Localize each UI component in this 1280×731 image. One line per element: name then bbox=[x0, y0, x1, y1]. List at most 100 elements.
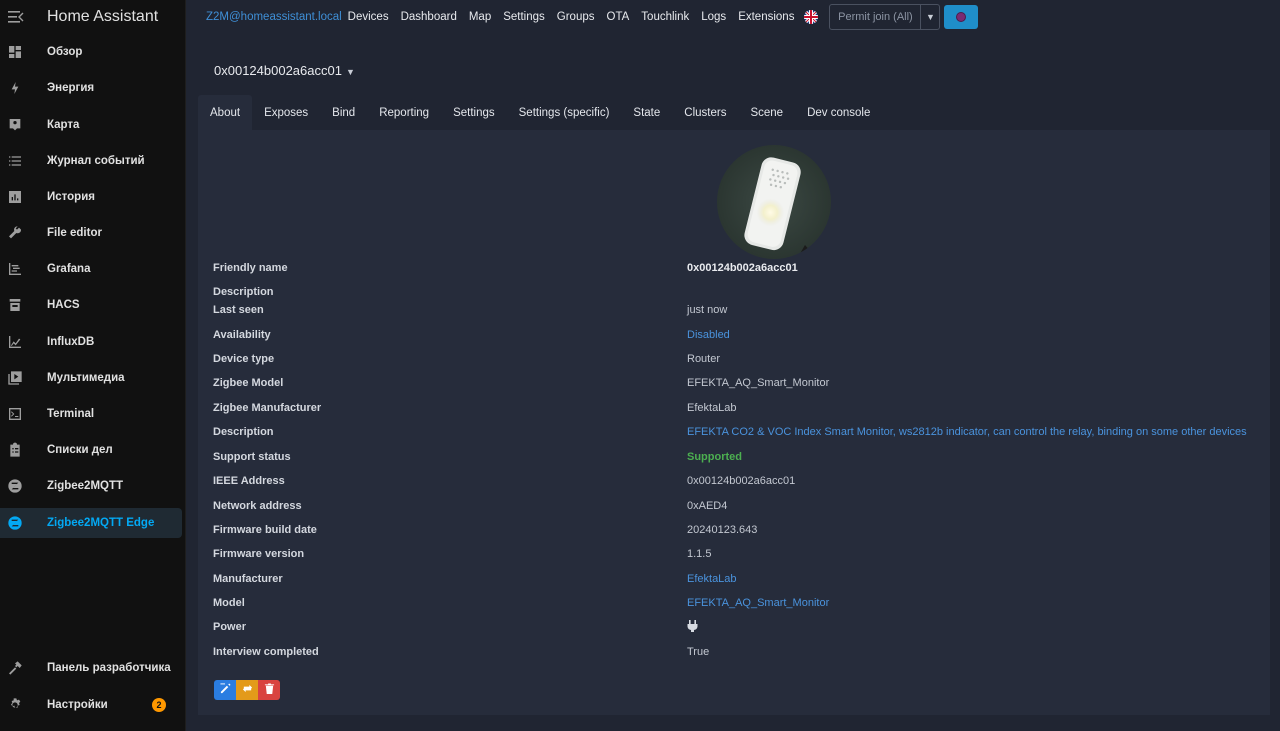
sidebar-item-influxdb[interactable]: InfluxDB bbox=[0, 327, 182, 357]
field-row: Interview completed True bbox=[213, 643, 1263, 661]
field-label: Zigbee Model bbox=[213, 377, 284, 389]
sidebar-item-file-editor[interactable]: File editor bbox=[0, 218, 182, 248]
device-selector[interactable]: 0x00124b002a6acc01 ▼ bbox=[214, 63, 355, 78]
nav-logs[interactable]: Logs bbox=[701, 11, 726, 23]
edit-button[interactable] bbox=[214, 680, 236, 700]
nav-dashboard[interactable]: Dashboard bbox=[401, 11, 457, 23]
tab-dev-console[interactable]: Dev console bbox=[795, 95, 882, 130]
host-link[interactable]: Z2M@homeassistant.local bbox=[206, 11, 342, 23]
tab-settings-specific[interactable]: Settings (specific) bbox=[507, 95, 622, 130]
interview-completed-value: True bbox=[687, 646, 710, 658]
support-status-value: Supported bbox=[687, 451, 742, 463]
field-row: Availability Disabled bbox=[213, 326, 1263, 344]
chart-areaspline-icon bbox=[0, 327, 30, 357]
field-label: Manufacturer bbox=[213, 573, 283, 585]
sidebar-item-label: HACS bbox=[47, 299, 80, 311]
sidebar-item-hacs[interactable]: HACS bbox=[0, 290, 182, 320]
sidebar-item-media[interactable]: Мультимедиа bbox=[0, 363, 182, 393]
device-selector-value: 0x00124b002a6acc01 bbox=[214, 63, 342, 78]
field-label: Network address bbox=[213, 500, 302, 512]
sidebar-item-label: Terminal bbox=[47, 408, 95, 420]
field-row: Last seen just now bbox=[213, 301, 1263, 319]
field-label: Power bbox=[213, 621, 247, 633]
sidebar-item-todo[interactable]: Списки дел bbox=[0, 435, 182, 465]
sidebar-item-label: Настройки bbox=[47, 699, 108, 711]
field-row: Firmware build date 20240123.643 bbox=[213, 521, 1263, 539]
nav-extensions[interactable]: Extensions bbox=[738, 11, 794, 23]
permit-join-button[interactable] bbox=[944, 5, 979, 29]
sidebar-item-overview[interactable]: Обзор bbox=[0, 37, 182, 67]
sidebar-item-logbook[interactable]: Журнал событий bbox=[0, 146, 182, 176]
tab-reporting[interactable]: Reporting bbox=[367, 95, 441, 130]
sidebar-item-label: InfluxDB bbox=[47, 336, 95, 348]
sidebar-item-zigbee2mqtt[interactable]: Zigbee2MQTT bbox=[0, 471, 182, 501]
field-label: Model bbox=[213, 597, 245, 609]
tab-about[interactable]: About bbox=[198, 95, 253, 130]
tab-settings[interactable]: Settings bbox=[441, 95, 507, 130]
availability-link[interactable]: Disabled bbox=[687, 329, 730, 341]
tab-clusters[interactable]: Clusters bbox=[672, 95, 738, 130]
field-row: Model EFEKTA_AQ_Smart_Monitor bbox=[213, 594, 1263, 612]
field-row: Description EFEKTA CO2 & VOC Index Smart… bbox=[213, 423, 1263, 441]
friendly-name-value: 0x00124b002a6acc01 bbox=[687, 262, 798, 274]
sidebar-item-developer-tools[interactable]: Панель разработчика bbox=[0, 653, 182, 683]
field-row: Friendly name 0x00124b002a6acc01 bbox=[213, 259, 1263, 277]
tab-exposes[interactable]: Exposes bbox=[252, 95, 320, 130]
menu-collapse-icon[interactable] bbox=[1, 5, 31, 29]
tab-state[interactable]: State bbox=[621, 95, 672, 130]
tab-scene[interactable]: Scene bbox=[738, 95, 795, 130]
sidebar-item-zigbee2mqtt-edge[interactable]: Zigbee2MQTT Edge bbox=[0, 508, 182, 538]
uk-flag-icon[interactable] bbox=[804, 10, 819, 24]
field-row: Zigbee Manufacturer EfektaLab bbox=[213, 399, 1263, 417]
field-label: IEEE Address bbox=[213, 475, 285, 487]
sidebar-item-terminal[interactable]: Terminal bbox=[0, 399, 182, 429]
model-description-link[interactable]: EFEKTA CO2 & VOC Index Smart Monitor, ws… bbox=[687, 426, 1247, 438]
field-label: Friendly name bbox=[213, 262, 288, 274]
chevron-down-icon[interactable]: ▼ bbox=[921, 5, 939, 29]
sidebar-item-label: Карта bbox=[47, 119, 80, 131]
nav-ota[interactable]: OTA bbox=[607, 11, 630, 23]
trash-icon bbox=[264, 681, 275, 699]
sidebar-item-label: История bbox=[47, 191, 95, 203]
tab-bind[interactable]: Bind bbox=[320, 95, 367, 130]
permit-join-select[interactable]: Permit join (All) ▼ bbox=[829, 4, 941, 30]
remove-button[interactable] bbox=[258, 680, 280, 700]
sidebar-item-energy[interactable]: Энергия bbox=[0, 73, 182, 103]
field-label: Interview completed bbox=[213, 646, 319, 658]
chevron-down-icon: ▼ bbox=[345, 67, 355, 77]
sidebar-item-history[interactable]: История bbox=[0, 182, 182, 212]
sidebar-item-settings[interactable]: Настройки 2 bbox=[0, 690, 182, 720]
console-icon bbox=[0, 399, 30, 429]
sidebar-item-label: Grafana bbox=[47, 263, 91, 275]
field-row: Support status Supported bbox=[213, 448, 1263, 466]
nav-groups[interactable]: Groups bbox=[557, 11, 595, 23]
sidebar-item-map[interactable]: Карта bbox=[0, 110, 182, 140]
sidebar-item-label: Zigbee2MQTT bbox=[47, 480, 124, 492]
nav-map[interactable]: Map bbox=[469, 11, 491, 23]
zigbee-manufacturer-value: EfektaLab bbox=[687, 402, 737, 414]
chart-box-icon bbox=[0, 182, 30, 212]
sidebar-item-grafana[interactable]: Grafana bbox=[0, 254, 182, 284]
device-about-panel: Friendly name 0x00124b002a6acc01 Descrip… bbox=[198, 130, 1270, 715]
sidebar-item-label: Zigbee2MQTT Edge bbox=[47, 517, 155, 529]
field-row: Network address 0xAED4 bbox=[213, 497, 1263, 515]
device-tabs: About Exposes Bind Reporting Settings Se… bbox=[198, 95, 882, 130]
chart-timeline-icon bbox=[0, 254, 30, 284]
sidebar-item-label: Списки дел bbox=[47, 444, 113, 456]
permit-join-label[interactable]: Permit join (All) bbox=[830, 5, 922, 29]
model-link[interactable]: EFEKTA_AQ_Smart_Monitor bbox=[687, 597, 829, 609]
nav-settings[interactable]: Settings bbox=[503, 11, 545, 23]
gear-icon bbox=[0, 690, 30, 720]
list-icon bbox=[0, 146, 30, 176]
firmware-build-date-value: 20240123.643 bbox=[687, 524, 758, 536]
sidebar: Home Assistant Обзор Энергия Карта Журна… bbox=[0, 0, 186, 731]
lightning-icon bbox=[0, 73, 30, 103]
field-label: Firmware version bbox=[213, 548, 305, 560]
reconfigure-button[interactable] bbox=[236, 680, 258, 700]
wrench-icon bbox=[0, 218, 30, 248]
swap-icon bbox=[242, 681, 253, 699]
nav-devices[interactable]: Devices bbox=[348, 11, 389, 23]
device-image bbox=[717, 145, 831, 259]
nav-touchlink[interactable]: Touchlink bbox=[641, 11, 689, 23]
manufacturer-link[interactable]: EfektaLab bbox=[687, 573, 737, 585]
